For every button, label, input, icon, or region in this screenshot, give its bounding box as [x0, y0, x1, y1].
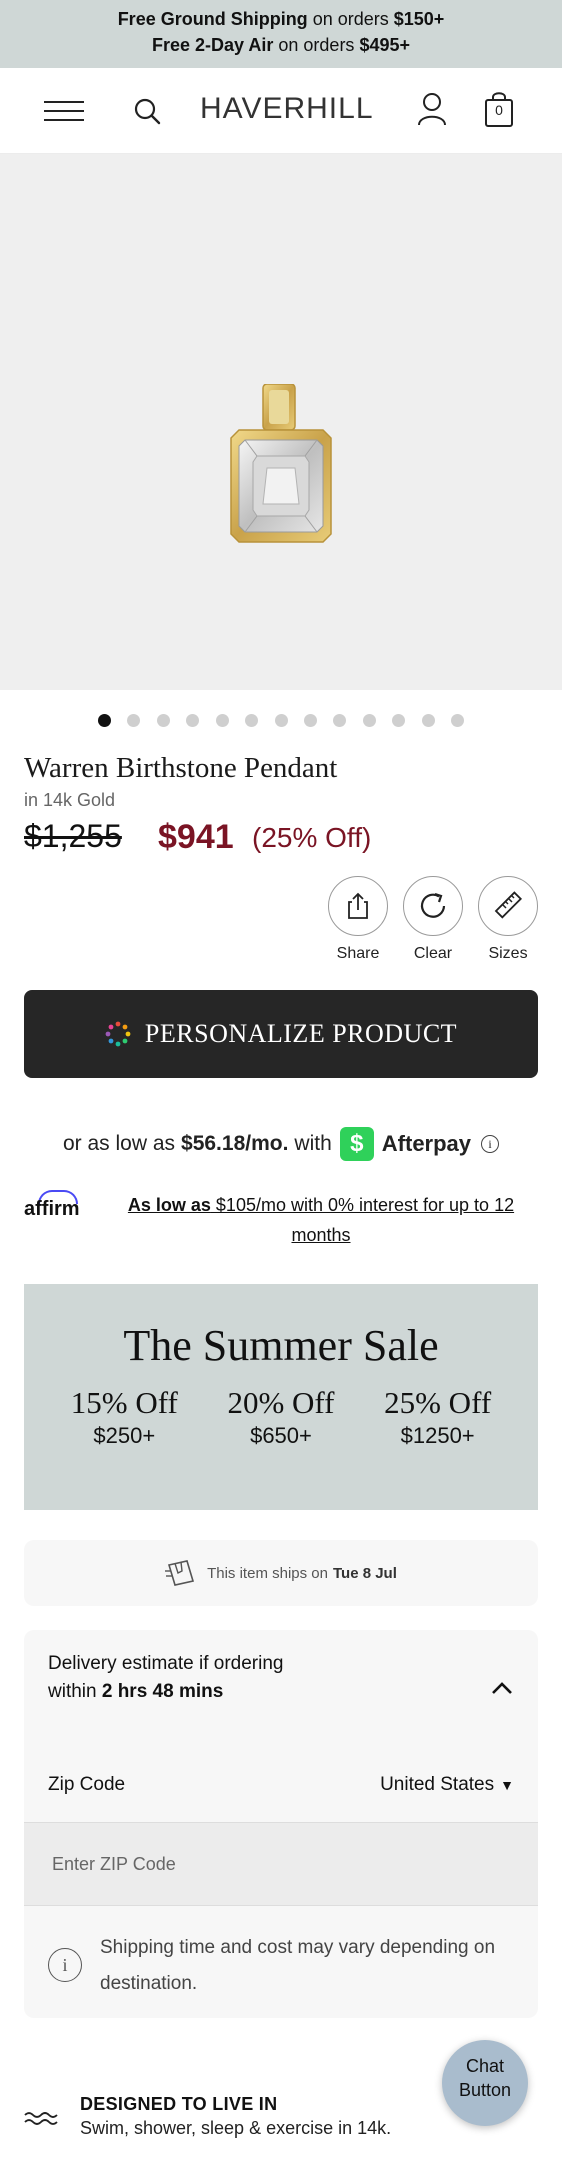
- original-price: $1,255: [24, 818, 122, 854]
- banner-air-amount: $495+: [359, 35, 410, 55]
- gallery-dot[interactable]: [303, 714, 317, 727]
- gallery-dots: [0, 714, 562, 730]
- banner-air-text: on orders: [273, 35, 360, 55]
- menu-icon[interactable]: [44, 101, 84, 121]
- product-image-gallery[interactable]: [0, 154, 562, 690]
- gallery-dot[interactable]: [156, 714, 170, 727]
- gallery-dot[interactable]: [215, 714, 229, 727]
- ships-on-box: This item ships on Tue 8 Jul: [24, 1540, 538, 1606]
- share-icon: [328, 876, 388, 936]
- delivery-countdown: 2 hrs 48 mins: [101, 1681, 224, 1702]
- pendant-image: [230, 384, 332, 543]
- afterpay-brand: Afterpay: [381, 1131, 472, 1156]
- bag-icon[interactable]: 0: [482, 90, 516, 128]
- summer-sale-banner: The Summer Sale 15% Off $250+ 20% Off $6…: [24, 1284, 538, 1510]
- personalize-label: PERSONALIZE PRODUCT: [144, 1019, 458, 1048]
- shipping-banner: Free Ground Shipping on orders $150+ Fre…: [0, 0, 562, 68]
- sizes-button[interactable]: Sizes: [477, 876, 539, 963]
- chat-button-label: Chat Button: [458, 2056, 512, 2100]
- clear-label: Clear: [413, 945, 453, 962]
- feature-subtitle: Swim, shower, sleep & exercise in 14k.: [80, 2118, 392, 2138]
- gallery-dot[interactable]: [97, 714, 111, 727]
- sale-tier-off: 25% Off: [384, 1385, 492, 1420]
- product-title: Warren Birthstone Pendant: [24, 752, 338, 784]
- banner-ground-label: Free Ground Shipping: [117, 9, 308, 29]
- ships-on-date: Tue 8 Jul: [332, 1564, 397, 1582]
- gallery-dot[interactable]: [392, 714, 406, 727]
- gallery-dot[interactable]: [362, 714, 376, 727]
- banner-line-ground: Free Ground Shipping on orders $150+: [0, 6, 562, 32]
- shipping-note-text: Shipping time and cost may vary dependin…: [100, 1937, 496, 1994]
- sale-tier-off: 15% Off: [70, 1385, 178, 1420]
- afterpay-amount: $56.18/mo.: [181, 1132, 289, 1155]
- search-icon[interactable]: [132, 96, 162, 126]
- banner-ground-text: on orders: [307, 9, 394, 29]
- banner-air-label: Free 2-Day Air: [152, 35, 274, 55]
- sale-tier-min: $250+: [93, 1423, 156, 1448]
- caret-down-icon: ▼: [500, 1777, 514, 1793]
- sale-tier-off: 20% Off: [227, 1385, 335, 1420]
- banner-line-air: Free 2-Day Air on orders $495+: [0, 32, 562, 58]
- personalize-product-button[interactable]: PERSONALIZE PRODUCT: [24, 990, 538, 1078]
- sale-tier: 20% Off $650+: [211, 1385, 351, 1449]
- gallery-dot[interactable]: [451, 714, 465, 727]
- affirm-link[interactable]: As low as $105/mo with 0% interest for u…: [104, 1190, 538, 1250]
- country-select[interactable]: United States ▼: [380, 1774, 514, 1796]
- info-icon[interactable]: i: [481, 1135, 500, 1153]
- affirm-link-text: $105/mo with 0% interest for up to 12 mo…: [210, 1195, 515, 1245]
- sale-tier: 25% Off $1250+: [368, 1385, 508, 1449]
- zip-code-label: Zip Code: [48, 1774, 126, 1795]
- afterpay-prefix: or as low as: [62, 1132, 176, 1155]
- afterpay-mid: with: [294, 1132, 332, 1155]
- chevron-up-icon[interactable]: [490, 1680, 514, 1696]
- gallery-dot[interactable]: [127, 714, 141, 727]
- afterpay-logo-icon: $: [339, 1127, 374, 1161]
- share-button[interactable]: Share: [327, 876, 389, 963]
- account-icon[interactable]: [416, 92, 448, 126]
- discount-label: (25% Off): [252, 822, 372, 853]
- product-subtitle: in 14k Gold: [24, 790, 116, 810]
- delivery-estimate-text: Delivery estimate if ordering within 2 h…: [48, 1650, 308, 1706]
- gallery-dot[interactable]: [421, 714, 435, 727]
- brand-logo[interactable]: HAVERHILL: [200, 92, 373, 132]
- sale-tier-min: $650+: [250, 1423, 312, 1448]
- ships-on-prefix: This item ships on: [207, 1564, 328, 1582]
- bag-count: 0: [495, 102, 503, 118]
- sale-tier: 15% Off $250+: [54, 1385, 194, 1449]
- clear-button[interactable]: Clear: [402, 876, 464, 963]
- gallery-dot[interactable]: [245, 714, 259, 727]
- sale-tier-min: $1250+: [400, 1423, 475, 1448]
- sale-title: The Summer Sale: [123, 1321, 439, 1370]
- chat-button[interactable]: Chat Button: [442, 2040, 528, 2126]
- feature-title: DESIGNED TO LIVE IN: [80, 2094, 278, 2114]
- top-nav: HAVERHILL 0: [0, 68, 562, 154]
- banner-ground-amount: $150+: [393, 9, 445, 29]
- sizes-label: Sizes: [488, 945, 528, 962]
- refresh-icon: [403, 876, 463, 936]
- affirm-row: affirm As low as $105/mo with 0% interes…: [24, 1190, 538, 1250]
- gallery-dot[interactable]: [333, 714, 347, 727]
- ruler-icon: [478, 876, 538, 936]
- gallery-dot[interactable]: [274, 714, 288, 727]
- gallery-dot[interactable]: [186, 714, 200, 727]
- zip-code-input[interactable]: [24, 1822, 538, 1906]
- info-icon: i: [48, 1948, 82, 1982]
- sale-price: $941: [158, 818, 234, 856]
- share-label: Share: [336, 945, 380, 962]
- delivery-estimate-panel: Delivery estimate if ordering within 2 h…: [24, 1630, 538, 2018]
- sale-tiers: 15% Off $250+ 20% Off $650+ 25% Off $125…: [24, 1385, 538, 1449]
- country-value: United States: [380, 1774, 495, 1795]
- shipping-box-icon: [165, 1560, 195, 1586]
- afterpay-row: or as low as $56.18/mo. with $ Afterpay …: [0, 1124, 562, 1164]
- affirm-logo: affirm: [24, 1198, 80, 1220]
- affirm-link-bold: As low as: [127, 1195, 211, 1215]
- loading-spinner-icon: [105, 1021, 131, 1047]
- feature-item: DESIGNED TO LIVE IN Swim, shower, sleep …: [24, 2094, 444, 2144]
- waves-icon: [24, 2112, 58, 2125]
